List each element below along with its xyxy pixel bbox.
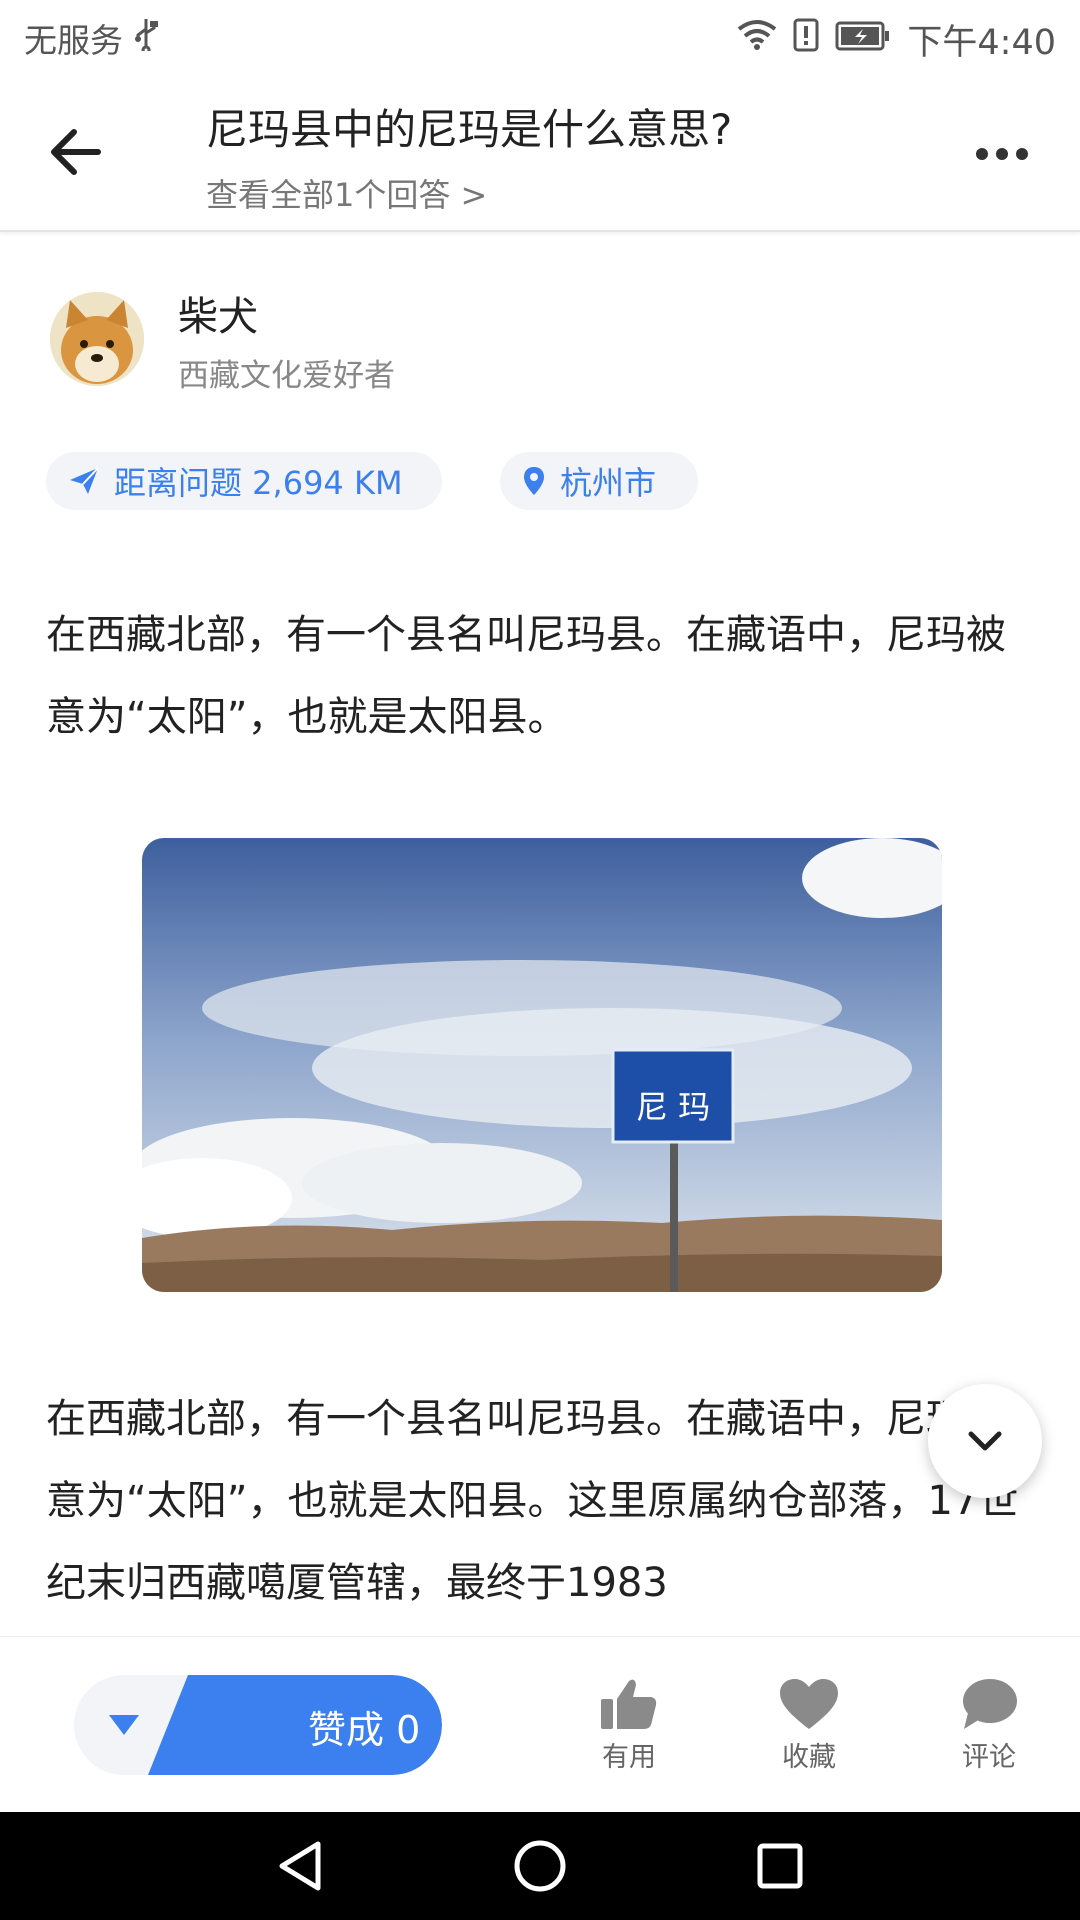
chevron-down-icon	[968, 1431, 1002, 1451]
back-button[interactable]	[46, 120, 110, 184]
location-pin-icon	[524, 467, 544, 495]
vote-control: 赞成 0	[74, 1675, 442, 1775]
answer-photo[interactable]: 尼 玛	[142, 838, 942, 1292]
send-icon	[70, 467, 99, 494]
nav-back-button[interactable]	[272, 1836, 332, 1896]
distance-text: 距离问题 2,694 KM	[114, 464, 403, 502]
more-dot-icon	[996, 148, 1008, 160]
sign-text: 尼 玛	[636, 1088, 710, 1126]
answer-paragraph: 在西藏北部，有一个县名叫尼玛县。在藏语中，尼玛被意为“太阳”，也就是太阳县。	[46, 612, 1006, 740]
triangle-back-icon	[279, 1841, 321, 1891]
triangle-down-icon	[109, 1715, 139, 1735]
comment-button[interactable]: 评论	[934, 1677, 1044, 1774]
vote-up-label: 赞成 0	[308, 1708, 421, 1752]
more-dot-icon	[1016, 148, 1028, 160]
arrow-left-icon	[51, 129, 101, 175]
view-all-answers-link[interactable]: 查看全部1个回答 >	[206, 170, 487, 216]
usb-icon	[133, 17, 159, 59]
wifi-icon	[737, 19, 777, 60]
shiba-avatar-image	[50, 292, 144, 386]
location-chip: 杭州市	[500, 452, 698, 510]
status-right: 下午4:40	[737, 14, 1056, 65]
favorite-button[interactable]: 收藏	[754, 1677, 864, 1774]
location-text: 杭州市	[560, 464, 657, 502]
status-bar: 无服务 下午4:40	[0, 0, 1080, 74]
more-options-button[interactable]	[976, 142, 1036, 166]
question-header: 尼玛县中的尼玛是什么意思? 查看全部1个回答 >	[0, 74, 1080, 232]
collapse-button[interactable]	[928, 1384, 1042, 1498]
nima-sign-photo: 尼 玛	[142, 838, 942, 1292]
heart-icon	[780, 1679, 838, 1729]
useful-label: 有用	[602, 1742, 656, 1773]
alert-icon	[793, 18, 819, 61]
more-dot-icon	[976, 148, 988, 160]
clock-text: 下午4:40	[907, 23, 1056, 63]
circle-home-icon	[514, 1840, 566, 1892]
square-recents-icon	[757, 1843, 803, 1889]
answer-paragraph-continued: 在西藏北部，有一个县名叫尼玛县。在藏语中，尼玛被意为“太阳”，也就是太阳县。这里…	[46, 1396, 1019, 1606]
comment-bubble-icon	[963, 1679, 1017, 1729]
author-description: 西藏文化爱好者	[178, 358, 395, 394]
useful-button[interactable]: 有用	[574, 1677, 684, 1774]
status-left: 无服务	[24, 14, 159, 62]
battery-icon	[835, 20, 891, 60]
nav-home-button[interactable]	[510, 1836, 570, 1896]
distance-chip: 距离问题 2,694 KM	[46, 452, 442, 510]
comment-label: 评论	[962, 1742, 1016, 1773]
author-avatar[interactable]	[50, 292, 144, 386]
answer-action-bar: 赞成 0 有用 收藏 评论	[0, 1636, 1080, 1812]
carrier-text: 无服务	[24, 21, 123, 60]
system-navigation-bar	[0, 1812, 1080, 1920]
author-name[interactable]: 柴犬	[178, 284, 258, 342]
thumbs-up-icon	[601, 1679, 657, 1729]
favorite-label: 收藏	[782, 1742, 836, 1773]
question-title: 尼玛县中的尼玛是什么意思?	[206, 105, 733, 154]
nav-recents-button[interactable]	[750, 1836, 810, 1896]
vote-up-button[interactable]: 赞成 0	[148, 1675, 442, 1775]
